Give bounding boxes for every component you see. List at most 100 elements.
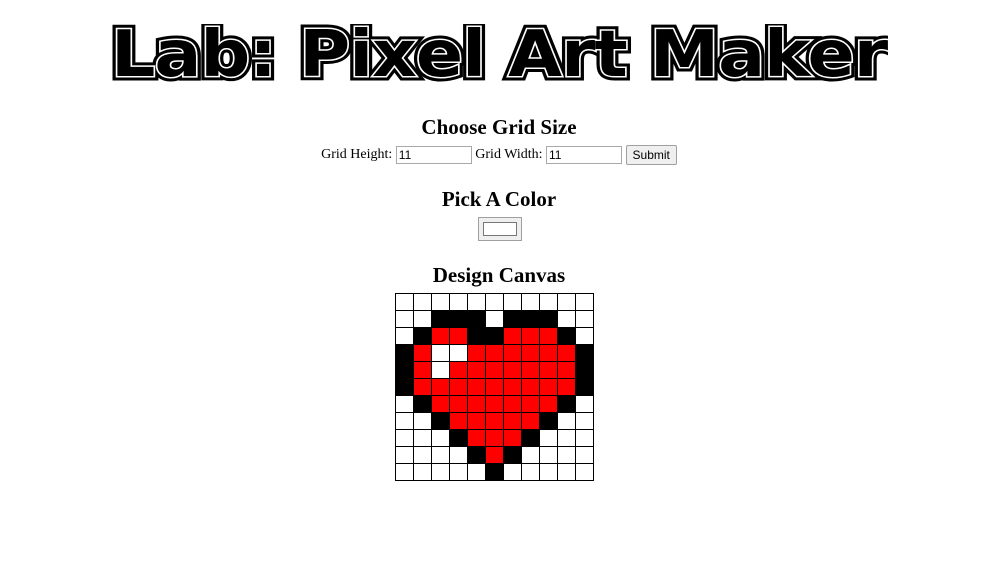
- canvas-pixel[interactable]: [539, 446, 558, 464]
- canvas-pixel[interactable]: [449, 429, 468, 447]
- canvas-pixel[interactable]: [413, 446, 432, 464]
- canvas-pixel[interactable]: [413, 361, 432, 379]
- canvas-pixel[interactable]: [395, 446, 414, 464]
- grid-height-input[interactable]: [395, 146, 472, 164]
- canvas-pixel[interactable]: [575, 378, 594, 396]
- canvas-pixel[interactable]: [521, 446, 540, 464]
- canvas-pixel[interactable]: [539, 361, 558, 379]
- canvas-pixel[interactable]: [557, 412, 576, 430]
- canvas-pixel[interactable]: [395, 344, 414, 362]
- canvas-pixel[interactable]: [575, 293, 594, 311]
- canvas-pixel[interactable]: [485, 293, 504, 311]
- canvas-pixel[interactable]: [467, 429, 486, 447]
- canvas-pixel[interactable]: [521, 344, 540, 362]
- grid-width-input[interactable]: [546, 146, 623, 164]
- canvas-pixel[interactable]: [521, 378, 540, 396]
- canvas-pixel[interactable]: [467, 293, 486, 311]
- canvas-pixel[interactable]: [449, 310, 468, 328]
- pixel-canvas[interactable]: [395, 293, 594, 481]
- canvas-pixel[interactable]: [431, 429, 450, 447]
- canvas-pixel[interactable]: [485, 361, 504, 379]
- canvas-pixel[interactable]: [557, 446, 576, 464]
- canvas-pixel[interactable]: [503, 395, 522, 413]
- canvas-pixel[interactable]: [413, 327, 432, 345]
- canvas-pixel[interactable]: [503, 446, 522, 464]
- canvas-pixel[interactable]: [485, 463, 504, 481]
- canvas-pixel[interactable]: [449, 463, 468, 481]
- canvas-pixel[interactable]: [521, 327, 540, 345]
- canvas-pixel[interactable]: [449, 344, 468, 362]
- canvas-pixel[interactable]: [413, 293, 432, 311]
- canvas-pixel[interactable]: [467, 327, 486, 345]
- canvas-pixel[interactable]: [395, 293, 414, 311]
- canvas-pixel[interactable]: [521, 361, 540, 379]
- canvas-pixel[interactable]: [557, 361, 576, 379]
- canvas-pixel[interactable]: [413, 412, 432, 430]
- canvas-pixel[interactable]: [485, 446, 504, 464]
- canvas-pixel[interactable]: [467, 361, 486, 379]
- canvas-pixel[interactable]: [449, 378, 468, 396]
- canvas-pixel[interactable]: [539, 395, 558, 413]
- canvas-pixel[interactable]: [557, 429, 576, 447]
- canvas-pixel[interactable]: [539, 412, 558, 430]
- canvas-pixel[interactable]: [485, 327, 504, 345]
- canvas-pixel[interactable]: [575, 310, 594, 328]
- canvas-pixel[interactable]: [431, 327, 450, 345]
- canvas-pixel[interactable]: [575, 446, 594, 464]
- canvas-pixel[interactable]: [413, 344, 432, 362]
- canvas-pixel[interactable]: [413, 463, 432, 481]
- canvas-pixel[interactable]: [449, 412, 468, 430]
- canvas-pixel[interactable]: [557, 463, 576, 481]
- canvas-pixel[interactable]: [395, 429, 414, 447]
- canvas-pixel[interactable]: [485, 310, 504, 328]
- canvas-pixel[interactable]: [503, 327, 522, 345]
- canvas-pixel[interactable]: [431, 446, 450, 464]
- canvas-pixel[interactable]: [431, 310, 450, 328]
- canvas-pixel[interactable]: [449, 327, 468, 345]
- canvas-pixel[interactable]: [521, 310, 540, 328]
- canvas-pixel[interactable]: [395, 463, 414, 481]
- submit-button[interactable]: Submit: [625, 145, 677, 165]
- canvas-pixel[interactable]: [449, 446, 468, 464]
- canvas-pixel[interactable]: [539, 293, 558, 311]
- canvas-pixel[interactable]: [503, 344, 522, 362]
- canvas-pixel[interactable]: [503, 293, 522, 311]
- canvas-pixel[interactable]: [431, 378, 450, 396]
- canvas-pixel[interactable]: [467, 378, 486, 396]
- canvas-pixel[interactable]: [485, 344, 504, 362]
- canvas-pixel[interactable]: [485, 395, 504, 413]
- canvas-pixel[interactable]: [521, 463, 540, 481]
- canvas-pixel[interactable]: [557, 327, 576, 345]
- canvas-pixel[interactable]: [503, 429, 522, 447]
- canvas-pixel[interactable]: [395, 327, 414, 345]
- canvas-pixel[interactable]: [395, 310, 414, 328]
- canvas-pixel[interactable]: [575, 327, 594, 345]
- canvas-pixel[interactable]: [485, 429, 504, 447]
- canvas-pixel[interactable]: [575, 395, 594, 413]
- canvas-pixel[interactable]: [485, 378, 504, 396]
- canvas-pixel[interactable]: [431, 395, 450, 413]
- canvas-pixel[interactable]: [539, 310, 558, 328]
- canvas-pixel[interactable]: [431, 463, 450, 481]
- canvas-pixel[interactable]: [503, 378, 522, 396]
- canvas-pixel[interactable]: [467, 310, 486, 328]
- canvas-pixel[interactable]: [431, 361, 450, 379]
- canvas-pixel[interactable]: [413, 310, 432, 328]
- canvas-pixel[interactable]: [557, 378, 576, 396]
- canvas-pixel[interactable]: [467, 395, 486, 413]
- canvas-pixel[interactable]: [521, 293, 540, 311]
- canvas-pixel[interactable]: [413, 395, 432, 413]
- canvas-pixel[interactable]: [413, 429, 432, 447]
- canvas-pixel[interactable]: [503, 361, 522, 379]
- canvas-pixel[interactable]: [485, 412, 504, 430]
- canvas-pixel[interactable]: [539, 463, 558, 481]
- canvas-pixel[interactable]: [503, 463, 522, 481]
- canvas-pixel[interactable]: [467, 344, 486, 362]
- canvas-pixel[interactable]: [539, 378, 558, 396]
- canvas-pixel[interactable]: [467, 463, 486, 481]
- canvas-pixel[interactable]: [539, 327, 558, 345]
- canvas-pixel[interactable]: [575, 463, 594, 481]
- canvas-pixel[interactable]: [395, 412, 414, 430]
- canvas-pixel[interactable]: [557, 310, 576, 328]
- canvas-pixel[interactable]: [521, 395, 540, 413]
